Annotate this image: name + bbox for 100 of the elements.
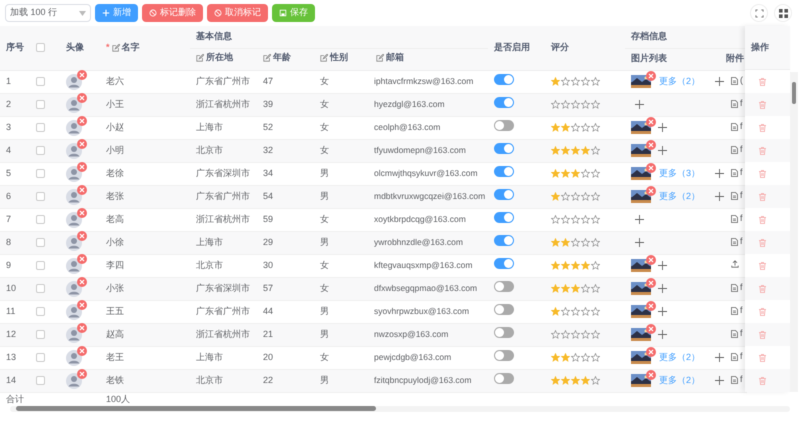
filled-star-icon[interactable] (581, 260, 590, 270)
filled-star-icon[interactable] (561, 146, 570, 155)
mark-delete-button[interactable]: 标记删除 (142, 4, 203, 22)
delete-icon[interactable] (759, 146, 766, 154)
add-icon[interactable] (715, 192, 724, 201)
remove-icon[interactable] (646, 71, 656, 81)
star-icon[interactable] (571, 214, 580, 224)
star-icon[interactable] (591, 192, 600, 201)
star-icon[interactable] (571, 306, 580, 316)
filled-star-icon[interactable] (551, 306, 560, 316)
remove-icon[interactable] (646, 301, 656, 311)
file-name[interactable]: f (740, 372, 743, 386)
remove-icon[interactable] (646, 163, 656, 173)
remove-icon[interactable] (646, 255, 656, 265)
remove-icon[interactable] (646, 117, 656, 127)
star-icon[interactable] (581, 284, 590, 293)
horizontal-scrollbar[interactable] (10, 406, 790, 412)
star-icon[interactable] (581, 238, 590, 247)
filled-star-icon[interactable] (551, 122, 560, 132)
toggle-switch[interactable] (494, 97, 514, 108)
add-icon[interactable] (658, 146, 667, 155)
checkbox[interactable] (36, 214, 45, 224)
filled-star-icon[interactable] (551, 284, 560, 293)
file-name[interactable]: f (740, 212, 743, 226)
checkbox[interactable] (36, 76, 45, 86)
remove-icon[interactable] (646, 140, 656, 150)
delete-icon[interactable] (759, 284, 766, 292)
filled-star-icon[interactable] (561, 238, 570, 247)
filled-star-icon[interactable] (561, 122, 570, 132)
delete-icon[interactable] (759, 308, 766, 316)
star-icon[interactable] (591, 214, 600, 224)
toggle-switch[interactable] (494, 120, 514, 132)
star-icon[interactable] (581, 306, 590, 316)
star-icon[interactable] (561, 306, 570, 316)
star-icon[interactable] (581, 100, 590, 109)
toggle-switch[interactable] (494, 281, 514, 292)
fullscreen-icon[interactable] (750, 4, 768, 22)
star-icon[interactable] (551, 330, 560, 339)
checkbox[interactable] (36, 352, 45, 362)
checkbox[interactable] (36, 100, 45, 109)
delete-icon[interactable] (759, 78, 766, 86)
toggle-switch[interactable] (494, 304, 514, 316)
remove-icon[interactable] (646, 324, 656, 334)
add-icon[interactable] (715, 169, 724, 178)
columns-icon[interactable] (774, 4, 792, 22)
filled-star-icon[interactable] (581, 376, 590, 385)
delete-icon[interactable] (759, 262, 766, 270)
remove-icon[interactable] (646, 186, 656, 196)
filled-star-icon[interactable] (551, 260, 560, 270)
checkbox[interactable] (36, 122, 45, 132)
checkbox[interactable] (36, 43, 45, 52)
star-icon[interactable] (571, 330, 580, 339)
filled-star-icon[interactable] (561, 352, 570, 362)
add-icon[interactable] (635, 100, 644, 109)
add-icon[interactable] (715, 77, 724, 86)
star-icon[interactable] (571, 122, 580, 132)
add-icon[interactable] (658, 284, 667, 293)
toggle-switch[interactable] (494, 74, 514, 86)
checkbox[interactable] (36, 168, 45, 178)
file-name[interactable]: f (740, 350, 743, 364)
add-icon[interactable] (635, 238, 644, 247)
file-name[interactable]: f (740, 280, 743, 294)
star-icon[interactable] (591, 376, 600, 385)
file-name[interactable]: f (740, 304, 743, 318)
star-icon[interactable] (561, 330, 570, 339)
unmark-button[interactable]: 取消标记 (207, 4, 268, 22)
checkbox[interactable] (36, 146, 45, 155)
filled-star-icon[interactable] (551, 238, 560, 247)
add-icon[interactable] (658, 330, 667, 339)
checkbox[interactable] (36, 376, 45, 385)
filled-star-icon[interactable] (561, 376, 570, 385)
filled-star-icon[interactable] (571, 376, 580, 385)
star-icon[interactable] (571, 238, 580, 247)
star-icon[interactable] (591, 76, 600, 86)
toggle-switch[interactable] (494, 143, 514, 154)
delete-icon[interactable] (759, 354, 766, 362)
star-icon[interactable] (591, 306, 600, 316)
star-icon[interactable] (581, 76, 590, 86)
toggle-switch[interactable] (494, 350, 514, 362)
star-icon[interactable] (581, 330, 590, 339)
star-icon[interactable] (581, 122, 590, 132)
checkbox[interactable] (36, 192, 45, 201)
star-icon[interactable] (591, 122, 600, 132)
star-icon[interactable] (571, 100, 580, 109)
row-limit-select[interactable]: 加载 100 行 (5, 4, 91, 22)
star-icon[interactable] (571, 352, 580, 362)
add-icon[interactable] (658, 307, 667, 316)
checkbox[interactable] (36, 330, 45, 339)
filled-star-icon[interactable] (571, 146, 580, 155)
file-name[interactable]: f (740, 96, 743, 110)
checkbox[interactable] (36, 284, 45, 293)
filled-star-icon[interactable] (551, 192, 560, 201)
file-name[interactable]: f (740, 234, 743, 248)
vertical-scrollbar[interactable] (790, 72, 798, 392)
star-icon[interactable] (581, 192, 590, 201)
filled-star-icon[interactable] (551, 376, 560, 385)
file-name[interactable]: ( (740, 74, 743, 88)
remove-icon[interactable] (646, 278, 656, 288)
filled-star-icon[interactable] (561, 260, 570, 270)
star-icon[interactable] (561, 100, 570, 109)
